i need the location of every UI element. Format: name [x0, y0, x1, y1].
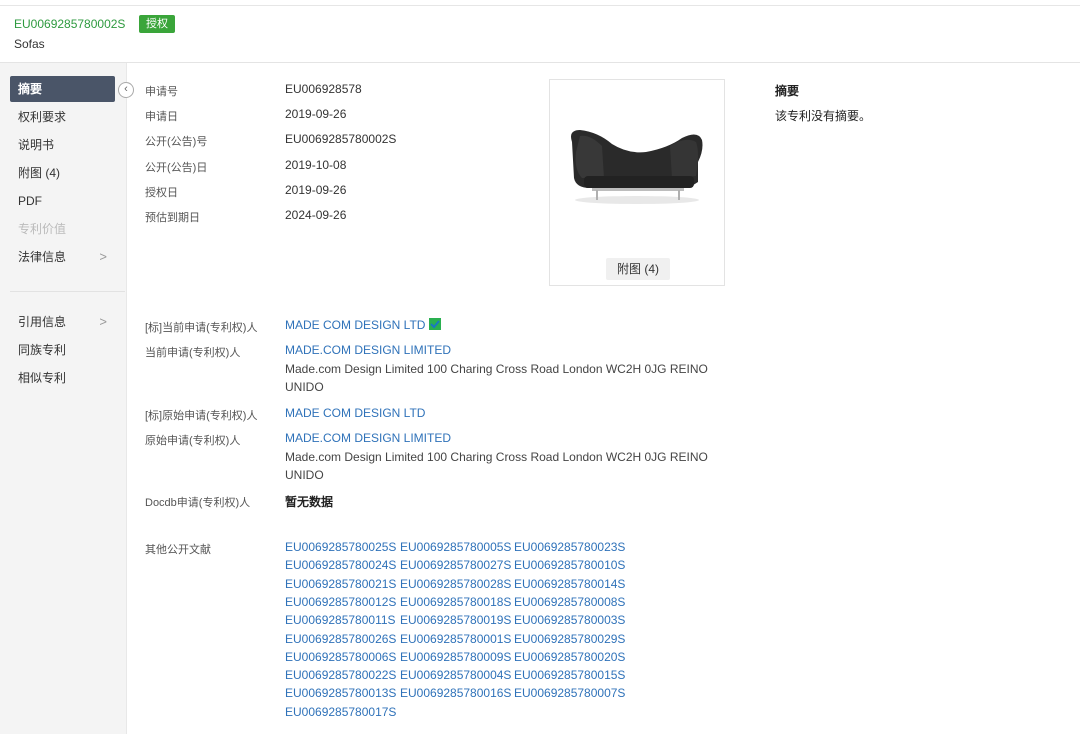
sidebar-item-similar[interactable]: 相似专利	[10, 365, 115, 391]
std-current-applicant-link[interactable]: MADE COM DESIGN LTD	[285, 318, 442, 332]
other-doc-link[interactable]: EU0069285780007S	[514, 686, 625, 700]
other-doc-link[interactable]: EU0069285780009S	[400, 650, 511, 664]
address-line: UNIDO	[285, 380, 324, 394]
figures-button[interactable]: 附图 (4)	[606, 258, 670, 280]
address-line: UNIDO	[285, 468, 324, 482]
patent-title: Sofas	[14, 37, 45, 51]
expiry-date-label: 预估到期日	[145, 212, 200, 224]
other-doc-link[interactable]: EU0069285780006S	[285, 650, 396, 664]
current-applicant-link[interactable]: MADE.COM DESIGN LIMITED	[285, 343, 451, 357]
current-applicant-label: 当前申请(专利权)人	[145, 347, 241, 359]
other-doc-link[interactable]: EU0069285780026S	[285, 632, 396, 646]
sidebar-item-label: PDF	[18, 194, 42, 208]
abstract-text: 该专利没有摘要。	[775, 109, 872, 123]
grant-date-label: 授权日	[145, 187, 178, 199]
std-original-applicant-link[interactable]: MADE COM DESIGN LTD	[285, 406, 425, 420]
application-number-value: EU006928578	[285, 82, 362, 96]
sidebar-item-label: 引用信息	[18, 315, 67, 329]
other-doc-link[interactable]: EU0069285780001S	[400, 632, 511, 646]
sidebar-item-label: 摘要	[18, 82, 43, 96]
std-current-applicant-label: [标]当前申请(专利权)人	[145, 322, 258, 334]
original-applicant-label: 原始申请(专利权)人	[145, 435, 241, 447]
original-applicant-link[interactable]: MADE.COM DESIGN LIMITED	[285, 431, 451, 445]
expiry-date-value: 2024-09-26	[285, 208, 347, 222]
other-doc-link[interactable]: EU0069285780010S	[514, 558, 625, 572]
other-docs-label: 其他公开文献	[145, 544, 211, 556]
other-doc-link[interactable]: EU0069285780023S	[514, 540, 625, 554]
publication-number-label: 公开(公告)号	[145, 136, 208, 148]
publication-number-value: EU0069285780002S	[285, 132, 397, 146]
current-applicant-address: Made.com Design Limited 100 Charing Cros…	[285, 360, 715, 396]
sidebar-item-label: 附图 (4)	[18, 166, 61, 180]
other-doc-link[interactable]: EU0069285780014S	[514, 577, 625, 591]
std-current-applicant-name: MADE COM DESIGN LTD	[285, 318, 426, 332]
sidebar-item-label: 权利要求	[18, 110, 67, 124]
other-doc-link[interactable]: EU0069285780003S	[514, 613, 625, 627]
sidebar-item-figures[interactable]: 附图 (4)	[10, 160, 115, 186]
sidebar-item-label: 专利价值	[18, 222, 67, 236]
other-doc-link[interactable]: EU0069285780016S	[400, 686, 511, 700]
publication-number[interactable]: EU0069285780002S	[14, 17, 125, 31]
other-doc-link[interactable]: EU0069285780028S	[400, 577, 511, 591]
verified-icon	[429, 318, 442, 330]
other-doc-link[interactable]: EU0069285780025S	[285, 540, 396, 554]
chevron-right-icon: >	[99, 314, 107, 329]
figure-card[interactable]: 附图 (4)	[549, 79, 725, 286]
sidebar-item-description[interactable]: 说明书	[10, 132, 115, 158]
other-doc-link[interactable]: EU0069285780022S	[285, 668, 396, 682]
std-original-applicant-label: [标]原始申请(专利权)人	[145, 410, 258, 422]
sidebar-item-abstract[interactable]: 摘要	[10, 76, 115, 102]
sidebar-divider	[10, 291, 125, 292]
application-number-label: 申请号	[145, 86, 178, 98]
sidebar-item-pdf[interactable]: PDF	[10, 188, 115, 214]
sidebar-item-citations[interactable]: 引用信息 >	[10, 309, 115, 335]
other-doc-link[interactable]: EU0069285780004S	[400, 668, 511, 682]
sofa-image	[571, 130, 703, 204]
collapse-sidebar-button[interactable]: ‹	[118, 82, 134, 98]
other-doc-link[interactable]: EU0069285780008S	[514, 595, 625, 609]
chevron-right-icon: >	[99, 249, 107, 264]
docdb-applicant-label: Docdb申请(专利权)人	[145, 497, 251, 509]
other-doc-link[interactable]: EU0069285780015S	[514, 668, 625, 682]
other-doc-link[interactable]: EU0069285780012S	[285, 595, 396, 609]
sidebar: 摘要 权利要求 说明书 附图 (4) PDF 专利价值 法律信息 > 引用信息 > …	[0, 63, 127, 734]
sidebar-item-label: 说明书	[18, 138, 55, 152]
other-doc-link[interactable]: EU0069285780019S	[400, 613, 511, 627]
application-date-label: 申请日	[145, 111, 178, 123]
application-date-value: 2019-09-26	[285, 107, 347, 121]
sidebar-item-label: 同族专利	[18, 343, 67, 357]
sidebar-item-claims[interactable]: 权利要求	[10, 104, 115, 130]
sidebar-item-label: 相似专利	[18, 371, 67, 385]
docdb-applicant-value: 暂无数据	[285, 495, 334, 509]
other-doc-link[interactable]: EU0069285780017S	[285, 705, 396, 719]
publication-date-label: 公开(公告)日	[145, 162, 208, 174]
address-line: Made.com Design Limited 100 Charing Cros…	[285, 362, 708, 376]
other-doc-link[interactable]: EU0069285780018S	[400, 595, 511, 609]
sidebar-item-legal-info[interactable]: 法律信息 >	[10, 244, 115, 270]
publication-date-value: 2019-10-08	[285, 158, 347, 172]
grant-date-value: 2019-09-26	[285, 183, 347, 197]
other-doc-link[interactable]: EU0069285780020S	[514, 650, 625, 664]
other-doc-link[interactable]: EU0069285780013S	[285, 686, 396, 700]
other-doc-link[interactable]: EU0069285780029S	[514, 632, 625, 646]
other-doc-link[interactable]: EU0069285780005S	[400, 540, 511, 554]
original-applicant-address: Made.com Design Limited 100 Charing Cros…	[285, 448, 715, 484]
other-doc-link[interactable]: EU0069285780021S	[285, 577, 396, 591]
sidebar-item-family[interactable]: 同族专利	[10, 337, 115, 363]
abstract-heading: 摘要	[775, 84, 800, 98]
other-doc-link[interactable]: EU0069285780024S	[285, 558, 396, 572]
sidebar-item-label: 法律信息	[18, 250, 67, 264]
page-header: EU0069285780002S 授权 Sofas	[0, 6, 1080, 63]
sidebar-item-patent-value: 专利价值	[10, 216, 115, 242]
status-badge: 授权	[139, 15, 175, 33]
other-doc-link[interactable]: EU0069285780011S	[285, 613, 396, 627]
other-doc-link[interactable]: EU0069285780027S	[400, 558, 511, 572]
address-line: Made.com Design Limited 100 Charing Cros…	[285, 450, 708, 464]
